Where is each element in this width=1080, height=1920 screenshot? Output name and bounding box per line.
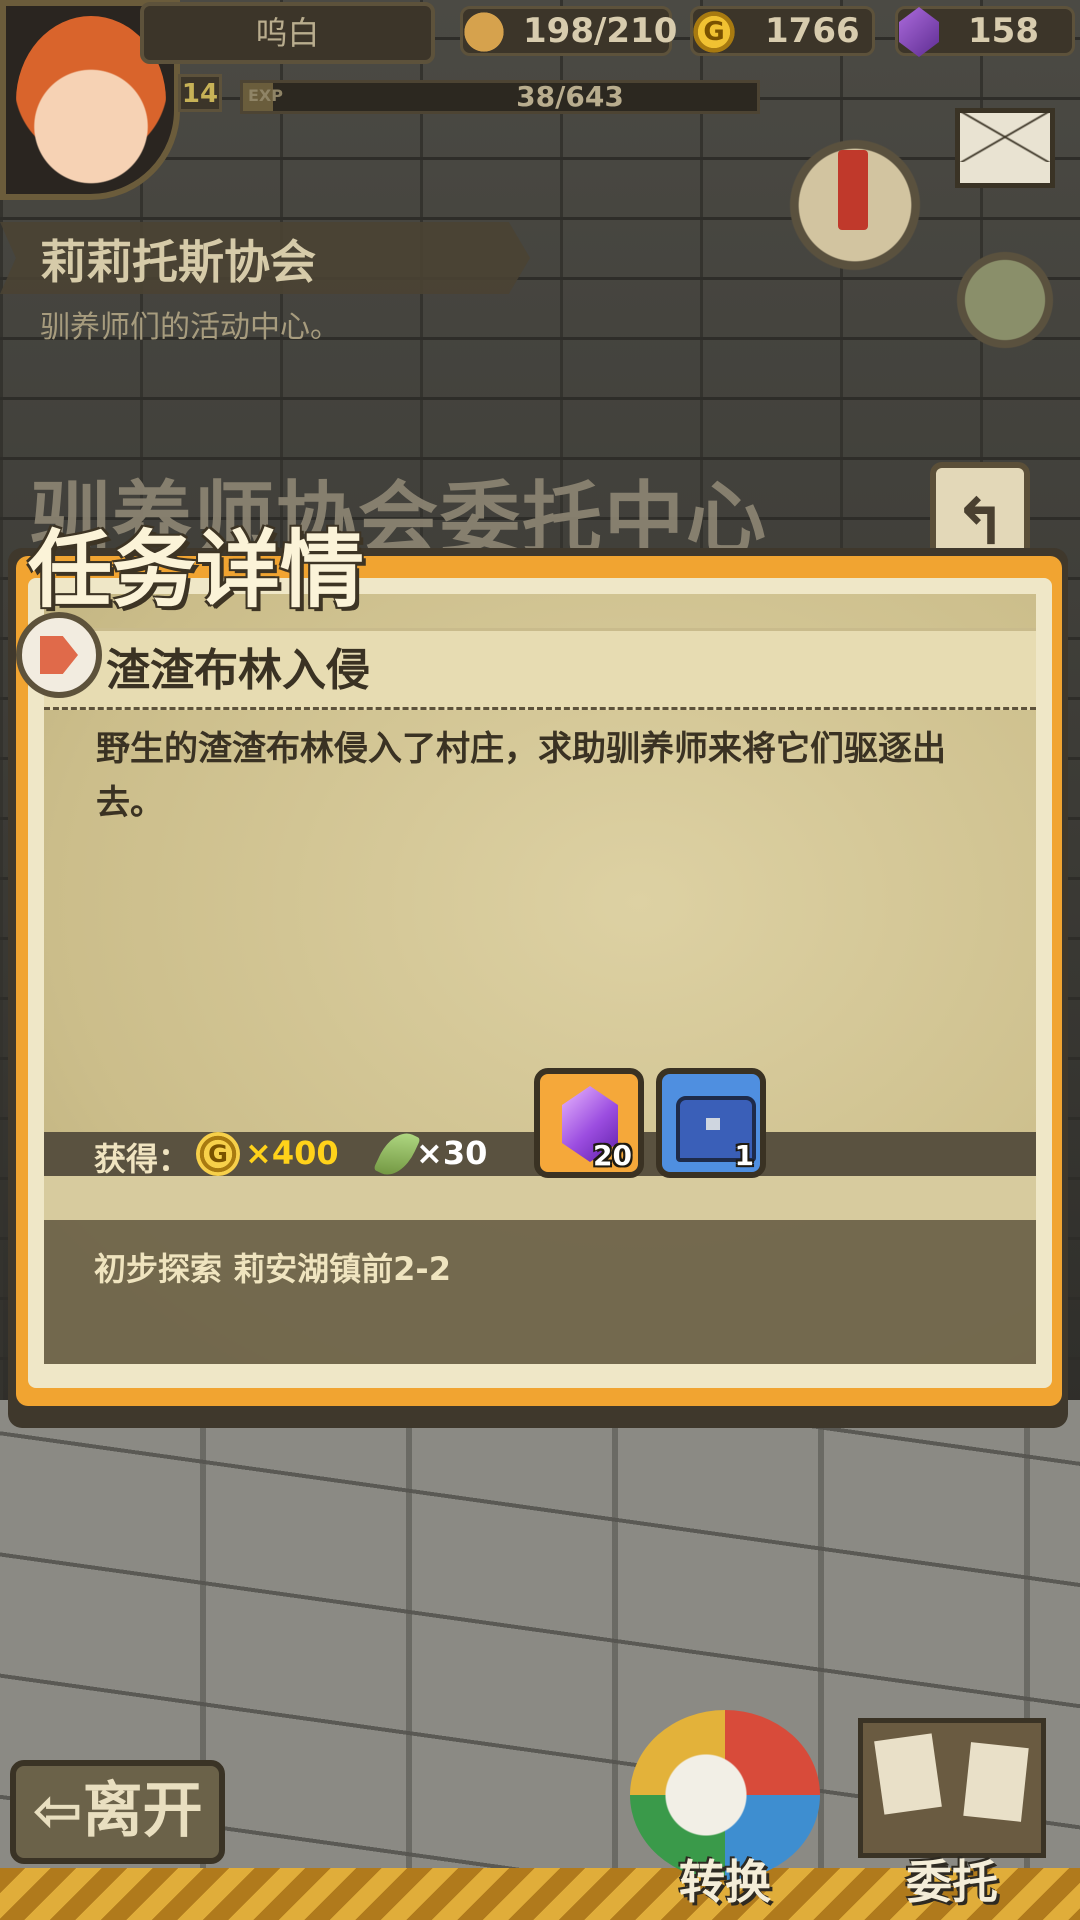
note-icon (874, 1733, 942, 1815)
reward-label: 获得： (94, 1140, 191, 1178)
gold-reward-value: ×400 (245, 1134, 339, 1172)
level-badge: 14 (178, 74, 222, 112)
quest-location-band (44, 1220, 1036, 1364)
leave-button[interactable]: ⇦离开 (10, 1760, 225, 1864)
gem-value: 158 (968, 11, 1039, 51)
gem-counter[interactable]: 158 (895, 6, 1075, 57)
item-quantity: 20 (593, 1139, 632, 1172)
reward-underlay (44, 1176, 1036, 1220)
quest-name: 渣渣布林入侵 (106, 645, 370, 696)
panel-heading: 任务详情 (28, 521, 365, 619)
quest-description: 野生的渣渣布林侵入了村庄，求助驯养师来将它们驱逐出去。 (96, 729, 946, 823)
chest-lock-icon (706, 1118, 720, 1130)
gold-value: 1766 (765, 11, 860, 51)
location-subtitle: 驯养师们的活动中心。 (40, 310, 340, 345)
stamina-value: 198/210 (523, 11, 678, 51)
player-name: 呜白 (140, 2, 435, 64)
bread-icon (459, 7, 509, 57)
quest-marker-icon (16, 612, 102, 698)
exp-tag: EXP (248, 86, 283, 105)
gold-counter[interactable]: G 1766 (689, 6, 875, 57)
switch-button-label[interactable]: 转换 (630, 1846, 820, 1912)
reward-item-chest[interactable]: 1 (656, 1068, 766, 1178)
feather-reward-value: ×30 (416, 1134, 488, 1172)
backpack-icon[interactable] (935, 230, 1075, 370)
location-title: 莉莉托斯协会 (40, 235, 316, 289)
gold-coin-icon: G (196, 1132, 240, 1176)
stamina-counter[interactable]: 198/210 (459, 6, 677, 57)
entrust-board-icon[interactable] (858, 1718, 1046, 1858)
reward-item-gem[interactable]: 20 (534, 1068, 644, 1178)
entrust-button-label[interactable]: 委托 (858, 1846, 1046, 1912)
exclamation-icon (838, 150, 868, 230)
exp-value: 38/643 (516, 80, 624, 113)
gold-coin-icon: G (689, 7, 739, 57)
purple-gem-icon (899, 7, 939, 57)
note-icon (963, 1742, 1029, 1822)
item-quantity: 1 (734, 1139, 754, 1172)
quest-location: 初步探索 莉安湖镇前2-2 (94, 1250, 451, 1288)
mail-flap-decor (960, 112, 1050, 162)
